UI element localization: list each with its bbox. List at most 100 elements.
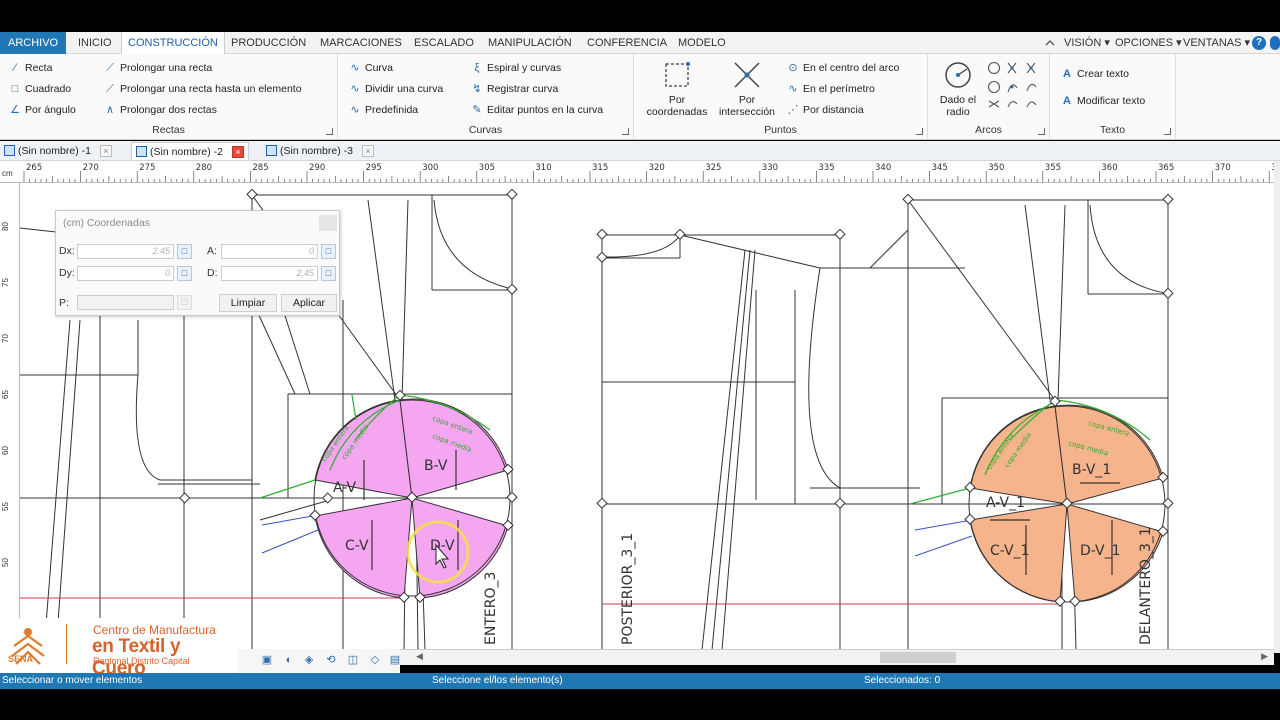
menu-conferencia[interactable]: CONFERENCIA [581,32,673,54]
cmd-espiral-label: Espiral y curvas [487,62,562,74]
dx-label: Dx: [59,245,75,257]
arcos-launcher-icon[interactable] [1038,128,1045,135]
cmd-prolongar-recta-label: Prolongar una recta [120,62,213,74]
help-icon[interactable]: ? [1252,36,1266,50]
cmd-perimetro[interactable]: ∿ En el perímetro [786,80,874,98]
cmd-prolongar-hasta[interactable]: ⟋ Prolongar una recta hasta un elemento [103,80,301,98]
tool-icon[interactable]: ◇ [368,654,382,666]
cmd-prolongar-dos[interactable]: ∧ Prolongar dos rectas [103,101,217,119]
cmd-por-interseccion-label: Por intersección [718,94,776,118]
tool-icon[interactable]: ◐ [282,654,296,666]
menu-bar: ARCHIVO INICIO CONSTRUCCIÓN PRODUCCIÓN M… [0,32,1280,54]
ruler-tick-label: 295 [366,163,382,173]
texto-launcher-icon[interactable] [1164,128,1171,135]
a-lock-icon[interactable]: □ [321,244,336,259]
close-tab-icon[interactable]: × [232,146,244,158]
vertical-ruler-tick-label: 65 [1,390,10,399]
close-tab-icon[interactable]: × [100,145,112,157]
cmd-registrar-curva[interactable]: ↯ Registrar curva [470,80,558,98]
menu-vision[interactable]: VISIÓN ▾ [1058,32,1116,54]
cmd-por-angulo[interactable]: ∠ Por ángulo [8,101,76,119]
help-dropdown-icon[interactable] [1270,36,1280,50]
curvas-launcher-icon[interactable] [622,128,629,135]
dy-input[interactable]: 0 [77,266,174,281]
ruler-tick-label: 300 [422,163,438,173]
tool-icon[interactable]: ▣ [260,654,274,666]
d-input[interactable]: 2.45 [221,266,318,281]
p-lock-icon[interactable]: □ [177,295,192,310]
cmd-predefinida[interactable]: ∿ Predefinida [348,101,418,119]
cmd-editar-puntos[interactable]: ✎ Editar puntos en la curva [470,101,603,119]
cmd-modificar-texto[interactable]: A Modificar texto [1060,92,1145,110]
ribbon: ⁄ Recta □ Cuadrado ∠ Por ángulo ⟋ Prolongar … [0,54,1280,140]
vertical-ruler-tick-label: 80 [1,222,10,231]
tab-sin-nombre-2[interactable]: (Sin nombre) -2 × [131,142,249,160]
register-curve-icon: ↯ [472,83,482,95]
menu-marcaciones[interactable]: MARCACIONES [314,32,408,54]
ruler-tick-label: 305 [479,163,495,173]
split-curve-icon: ∿ [350,83,360,95]
clear-button[interactable]: Limpiar [219,294,277,312]
dialog-title: (cm) Coordenadas [63,217,150,229]
dy-lock-icon[interactable]: □ [177,266,192,281]
status-left: Seleccionar o mover elementos [2,675,143,686]
close-tab-icon[interactable]: × [362,145,374,157]
logo-line-1: Centro de Manufactura [93,623,216,637]
a-input[interactable]: 0 [221,244,318,259]
cmd-centro-arco[interactable]: ⊙ En el centro del arco [786,59,899,77]
menu-produccion[interactable]: PRODUCCIÓN [225,32,312,54]
p-input[interactable] [77,295,174,310]
cmd-editar-puntos-label: Editar puntos en la curva [487,104,604,116]
a-label: A: [207,245,217,257]
menu-opciones[interactable]: OPCIONES ▾ [1109,32,1188,54]
piece-label-cv1: C-V_1 [990,543,1030,559]
cmd-espiral[interactable]: ξ Espiral y curvas [470,59,562,77]
menu-ventanas[interactable]: VENTANAS ▾ [1177,32,1256,54]
tool-icon[interactable]: ◫ [346,654,360,666]
dialog-close-button[interactable] [319,215,337,231]
cmd-curva[interactable]: ∿ Curva [348,59,393,77]
scroll-right-icon[interactable]: ▶ [1261,651,1268,662]
cmd-por-interseccion[interactable]: Por intersección [714,60,780,118]
cmd-cuadrado[interactable]: □ Cuadrado [8,80,71,98]
document-icon [266,145,277,156]
square-icon: □ [11,83,19,95]
cmd-dado-radio[interactable]: Dado el radio [932,60,984,118]
tab-sin-nombre-1[interactable]: (Sin nombre) -1 × [0,142,120,160]
menu-escalado[interactable]: ESCALADO [408,32,480,54]
scroll-left-icon[interactable]: ◀ [416,651,423,662]
horizontal-scroll-thumb[interactable] [880,652,956,663]
dx-input[interactable]: 2.45 [77,244,174,259]
ruler-tick-label: 320 [649,163,665,173]
cmd-crear-texto[interactable]: A Crear texto [1060,65,1129,83]
cmd-por-coordenadas[interactable]: Por coordenadas [642,60,712,118]
cmd-por-distancia[interactable]: ⋰ Por distancia [786,101,864,119]
rectas-launcher-icon[interactable] [326,128,333,135]
arc-tools-grid-icon[interactable] [986,60,1044,116]
vertical-label-posterior: POSTERIOR_3_1 [620,533,636,645]
menu-manipulacion[interactable]: MANIPULACIÓN [482,32,578,54]
menu-modelo[interactable]: MODELO [672,32,732,54]
cmd-recta[interactable]: ⁄ Recta [8,59,52,77]
tool-icon[interactable]: ◈ [302,654,316,666]
menu-archivo[interactable]: ARCHIVO [0,32,67,54]
sena-logo: SENA Centro de Manufactura en Textil y C… [0,618,238,679]
ruler-tick-label: 330 [762,163,778,173]
dx-lock-icon[interactable]: □ [177,244,192,259]
cmd-dividir-curva[interactable]: ∿ Dividir una curva [348,80,443,98]
horizontal-scrollbar[interactable]: ◀ ▶ [400,649,1274,665]
tool-icon[interactable]: ⟲ [324,654,338,666]
d-lock-icon[interactable]: □ [321,266,336,281]
apply-button[interactable]: Aplicar [281,294,337,312]
ruler-tick-label: 345 [932,163,948,173]
puntos-launcher-icon[interactable] [916,128,923,135]
collapse-ribbon-icon[interactable] [1044,37,1056,49]
tab-sin-nombre-3[interactable]: (Sin nombre) -3 × [262,142,380,160]
menu-construccion[interactable]: CONSTRUCCIÓN [121,32,225,54]
cmd-crear-texto-label: Crear texto [1077,68,1129,80]
vertical-scrollbar[interactable] [1274,161,1280,653]
menu-inicio[interactable]: INICIO [72,32,118,54]
ruler-tick-label: 290 [309,163,325,173]
vertical-ruler-tick-label: 60 [1,446,10,455]
cmd-prolongar-recta[interactable]: ⟋ Prolongar una recta [103,59,212,77]
